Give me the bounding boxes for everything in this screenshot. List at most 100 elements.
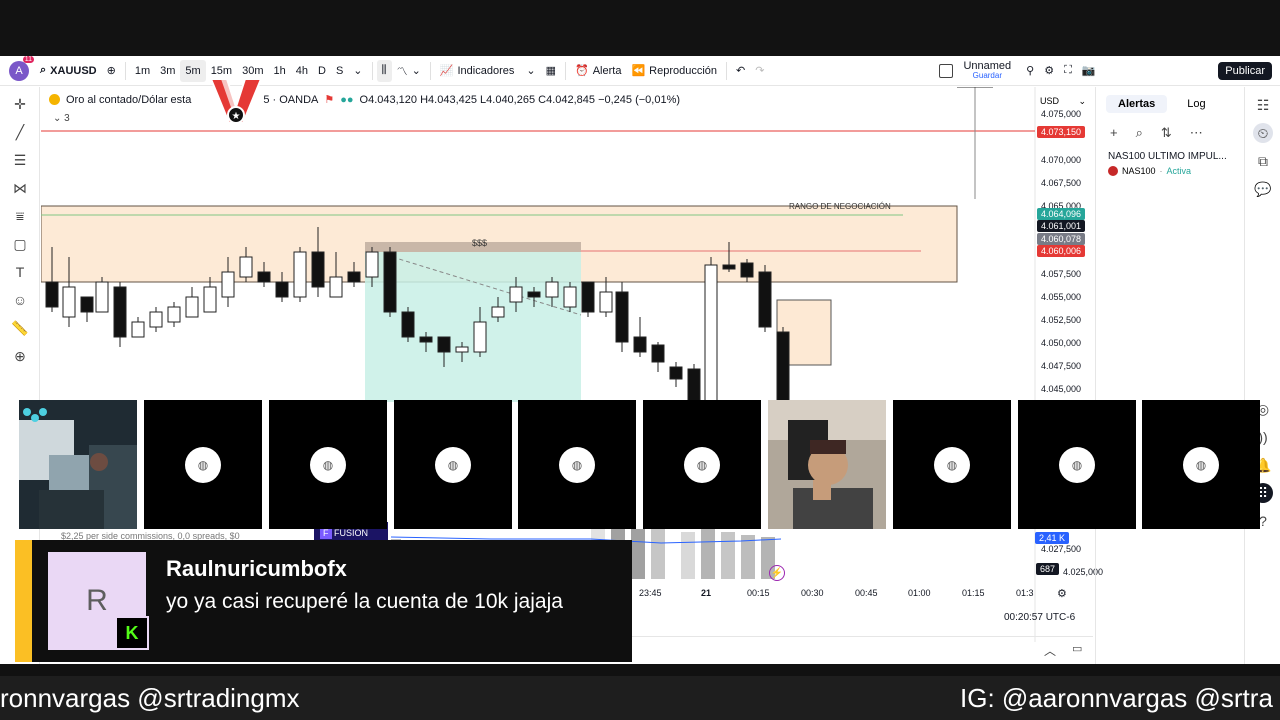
shapes-icon[interactable]: ▢ xyxy=(9,233,31,255)
sort-icon[interactable]: ⇅ xyxy=(1161,125,1172,141)
price-tag: 4.060,006 xyxy=(1036,245,1085,257)
settings-button[interactable]: ⚙ xyxy=(1039,60,1059,82)
text-icon[interactable]: T xyxy=(9,261,31,283)
participant-tile[interactable]: ◍ xyxy=(1142,400,1260,529)
interval-4h[interactable]: 4h xyxy=(291,60,313,82)
camera-tile[interactable] xyxy=(768,400,886,529)
chat-icon[interactable]: 💬 xyxy=(1253,179,1273,199)
participant-tile[interactable]: ◍ xyxy=(518,400,636,529)
interval-dropdown[interactable]: ⌄ xyxy=(348,60,367,82)
legend-title: Oro al contado/Dólar esta xyxy=(66,93,192,106)
time-axis-settings-icon[interactable]: ⚙ xyxy=(1057,587,1067,600)
chevron-down-icon: ⌄ xyxy=(411,65,421,77)
candle-body xyxy=(581,281,595,313)
lightning-icon: ⚡ xyxy=(769,565,785,581)
interval-5m[interactable]: 5m xyxy=(180,59,206,82)
y-tick: 4.070,000 xyxy=(1041,155,1082,165)
emoji-icon[interactable]: ☺ xyxy=(9,289,31,311)
more-icon[interactable]: ⋯ xyxy=(1190,125,1203,141)
redo-button[interactable]: ↷ xyxy=(750,60,769,82)
participant-tile[interactable]: ◍ xyxy=(1018,400,1136,529)
zoom-icon[interactable]: ⊕ xyxy=(9,345,31,367)
candle-body xyxy=(401,311,415,338)
alert-button[interactable]: ⏰ Alerta xyxy=(570,60,626,82)
chat-overlay: R K Raulnuricumbofx yo ya casi recuperé … xyxy=(15,540,632,662)
indicators-collapse[interactable]: ⌄ 3 xyxy=(53,113,70,124)
undo-button[interactable]: ↶ xyxy=(731,60,750,82)
candle-body xyxy=(651,344,665,363)
tab-alertas[interactable]: Alertas xyxy=(1106,95,1168,113)
tab-log[interactable]: Log xyxy=(1173,95,1219,113)
ticker-left: ronnvargas @srtradingmx xyxy=(0,682,300,713)
indicators-button[interactable]: 📈 Indicadores ⌄ xyxy=(435,60,541,82)
rewind-icon: ⏪ xyxy=(631,65,646,77)
publish-button[interactable]: Publicar xyxy=(1218,61,1272,80)
ruler-icon[interactable]: 📏 xyxy=(9,317,31,339)
collapse-panel-icon[interactable]: ︿ xyxy=(1044,642,1056,659)
kick-icon: K xyxy=(115,616,149,650)
clock-utc[interactable]: 00:20:57 UTC-6 xyxy=(1004,612,1075,623)
interval-1h[interactable]: 1h xyxy=(269,60,291,82)
candle-body xyxy=(62,286,76,318)
alert-label: Alerta xyxy=(592,64,622,77)
camera-tile[interactable] xyxy=(19,400,137,529)
templates-button[interactable]: ▦ xyxy=(541,60,561,82)
alerts-panel: Alertas Log + ⌕ ⇅ ⋯ NAS100 ULTIMO IMPUL.… xyxy=(1095,87,1243,664)
candle-body xyxy=(599,291,613,313)
candle-body xyxy=(509,286,523,303)
magic-icon: ⚲ xyxy=(1026,65,1035,77)
candles-style-button[interactable]: ⫼ xyxy=(376,59,392,82)
replay-button[interactable]: ⏪ Reproducción xyxy=(626,60,722,82)
y-tick: 4.075,000 xyxy=(1041,109,1082,119)
watchlist-icon[interactable]: ☷ xyxy=(1253,95,1273,115)
crosshair-icon[interactable]: ✛ xyxy=(9,93,31,115)
search-icon: ⌕ xyxy=(40,64,47,76)
alert-item[interactable]: NAS100 ULTIMO IMPUL... NAS100 · Activa xyxy=(1096,145,1243,182)
chat-username: Raulnuricumbofx xyxy=(166,556,347,581)
currency-select[interactable]: USD ⌄ xyxy=(1037,93,1089,109)
time-tick: 00:45 xyxy=(855,588,878,598)
search-icon[interactable]: ⌕ xyxy=(1136,125,1143,141)
camera-feed-image xyxy=(19,400,137,529)
time-tick: 00:30 xyxy=(801,588,824,598)
layout-save-label: Guardar xyxy=(972,70,1002,80)
line-style-button[interactable]: 〽 ⌄ xyxy=(392,60,426,82)
user-placeholder-icon: ◍ xyxy=(684,446,720,483)
layout-menu[interactable]: Unnamed Guardar xyxy=(939,60,1011,81)
interval-1m[interactable]: 1m xyxy=(130,60,155,82)
trendline-icon[interactable]: ╱ xyxy=(9,121,31,143)
participant-tile[interactable]: ◍ xyxy=(269,400,387,529)
participant-tile[interactable]: ◍ xyxy=(643,400,761,529)
interval-3m[interactable]: 3m xyxy=(155,60,180,82)
alert-title: NAS100 ULTIMO IMPUL... xyxy=(1108,151,1227,162)
snapshot-button[interactable]: 📷 xyxy=(1077,60,1101,82)
replay-label: Reproducción xyxy=(649,64,718,77)
maximize-panel-icon[interactable]: ▭ xyxy=(1072,642,1082,655)
fib-icon[interactable]: ☰ xyxy=(9,149,31,171)
candle-body xyxy=(563,286,577,308)
participant-tile[interactable]: ◍ xyxy=(893,400,1011,529)
pattern-icon[interactable]: ⋈ xyxy=(9,177,31,199)
candle-body xyxy=(311,251,325,288)
time-tick: 01:3 xyxy=(1016,588,1034,598)
layers-icon[interactable]: ⧉ xyxy=(1253,151,1273,171)
symbol-search[interactable]: ⌕ XAUUSD xyxy=(35,60,102,82)
flag-icon: ⚑ xyxy=(324,94,335,106)
quick-search-button[interactable]: ⚲ xyxy=(1021,60,1039,82)
user-avatar[interactable]: A 11 xyxy=(9,55,34,81)
participant-tile[interactable]: ◍ xyxy=(144,400,262,529)
candle-body xyxy=(329,276,343,298)
interval-s[interactable]: S xyxy=(331,60,348,82)
compare-button[interactable]: ⊕ xyxy=(102,60,121,82)
avatar-letter: A xyxy=(15,64,23,77)
participant-tile[interactable]: ◍ xyxy=(394,400,512,529)
plus-icon[interactable]: + xyxy=(1110,125,1118,141)
candle-body xyxy=(185,296,199,318)
zone-label: RANGO DE NEGOCIACIÓN xyxy=(789,202,891,211)
alerts-clock-icon[interactable]: ⏲ xyxy=(1253,123,1273,143)
indicator-count: 3 xyxy=(64,113,70,124)
fullscreen-button[interactable]: ⛶ xyxy=(1059,60,1077,82)
interval-d[interactable]: D xyxy=(313,60,331,82)
candle-body xyxy=(527,291,541,298)
prediction-icon[interactable]: ⩸ xyxy=(9,205,31,227)
